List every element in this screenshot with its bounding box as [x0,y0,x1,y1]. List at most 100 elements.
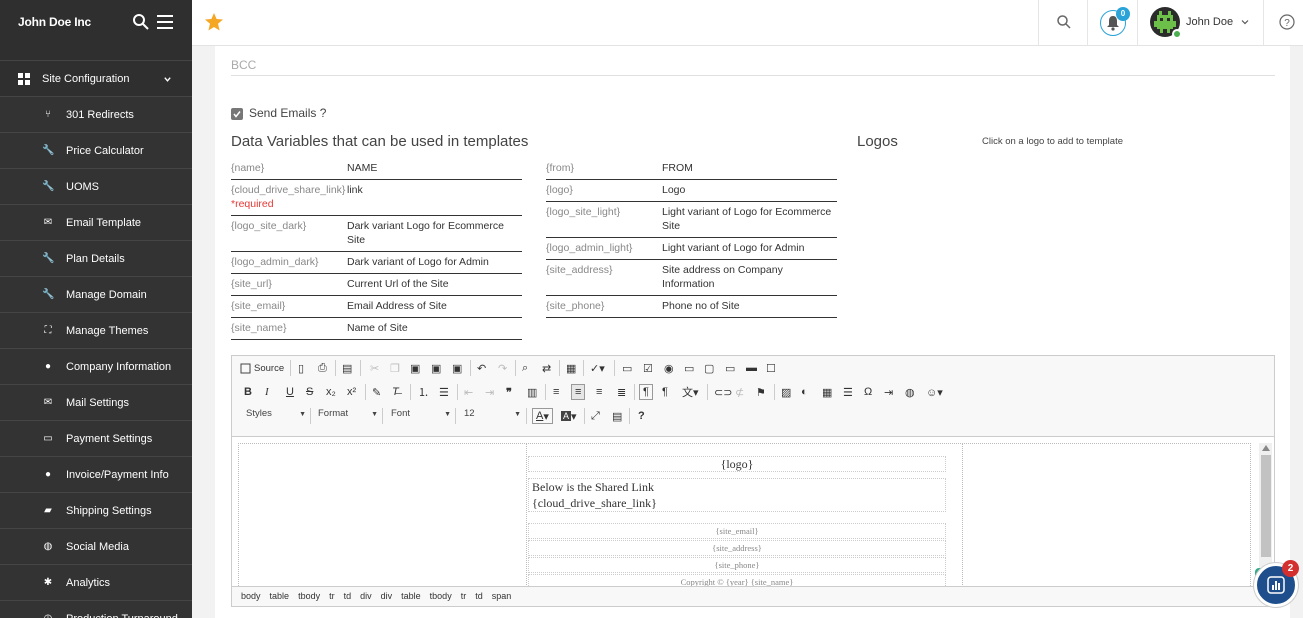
bcc-input[interactable]: BCC [231,58,256,72]
sidebar-item-partial[interactable] [0,46,192,61]
editor-content-area[interactable]: {logo} Below is the Shared Link {cloud_d… [232,436,1274,586]
path-element[interactable]: tbody [430,591,452,601]
undo-icon[interactable]: ↶ [477,360,486,376]
chevron-down-icon[interactable] [1240,17,1250,27]
new-page-icon[interactable]: ▯ [298,360,304,376]
scroll-up-icon[interactable] [1261,444,1271,452]
horizontal-line-icon[interactable]: ☰ [843,384,853,400]
source-button[interactable]: Source [240,360,284,376]
redo-icon[interactable]: ↷ [498,360,507,376]
button-icon[interactable]: ▬ [746,360,757,376]
radio-icon[interactable]: ◉ [664,360,674,376]
select-all-icon[interactable]: ▦ [566,360,576,376]
print-icon[interactable]: ⎙ [318,360,327,376]
language-icon[interactable]: 文▾ [682,384,699,400]
brand-name[interactable]: John Doe Inc [18,15,91,29]
path-element[interactable]: tbody [298,591,320,601]
underline-icon[interactable]: U [286,384,294,400]
flash-icon[interactable]: ◐ [801,384,808,400]
checkbox-icon[interactable]: ☑ [643,360,653,376]
emoji-icon[interactable]: ☺▾ [926,384,943,400]
form-icon[interactable]: ▭ [622,360,632,376]
copy-icon[interactable]: ❐ [390,360,400,376]
numbered-list-icon[interactable]: ⒈ [418,384,429,400]
align-left-icon[interactable]: ≡ [553,384,559,400]
search-icon[interactable] [132,13,150,31]
spellcheck-icon[interactable]: ✓▾ [590,360,605,376]
bg-color-icon[interactable]: A ▾ [561,408,577,424]
anchor-flag-icon[interactable]: ⚑ [756,384,766,400]
copy-format-icon[interactable]: ✎ [372,384,381,400]
table-icon[interactable]: ▦ [822,384,832,400]
sidebar-item-production-turnaround[interactable]: ◷ Production Turnaround [0,601,192,618]
remove-format-icon[interactable]: T̶ [392,384,399,400]
hidden-field-icon[interactable]: ☐ [766,360,776,376]
logo-placeholder[interactable]: {logo} [528,456,946,472]
ltr-icon[interactable]: ¶ [639,384,653,400]
bold-icon[interactable]: B [244,384,252,400]
div-container-icon[interactable]: ▥ [527,384,537,400]
select-icon[interactable]: ▭ [725,360,735,376]
templates-icon[interactable]: ▤ [342,360,352,376]
justify-icon[interactable]: ≣ [617,384,626,400]
search-icon[interactable] [1056,14,1072,30]
show-blocks-icon[interactable]: ▤ [612,408,622,424]
path-element[interactable]: span [492,591,512,601]
hamburger-menu-icon[interactable] [157,15,173,29]
send-emails-checkbox[interactable] [231,108,243,120]
user-name[interactable]: John Doe [1186,16,1233,28]
find-icon[interactable]: ⌕ [522,360,528,376]
sidebar-item-analytics[interactable]: ✱ Analytics [0,565,192,601]
sidebar-section-site-configuration[interactable]: Site Configuration [0,61,192,97]
styles-dropdown[interactable]: Styles ▼ [246,408,306,424]
sidebar-item-manage-domain[interactable]: 🔧 Manage Domain [0,277,192,313]
replace-icon[interactable]: ⇄ [542,360,551,376]
text-color-icon[interactable]: A ▾ [532,408,553,424]
sidebar-item-price-calculator[interactable]: 🔧 Price Calculator [0,133,192,169]
sidebar-item-shipping-settings[interactable]: ▰ Shipping Settings [0,493,192,529]
link-icon[interactable]: ⊂⊃ [714,384,732,400]
page-break-icon[interactable]: ⇥ [884,384,893,400]
path-element[interactable]: div [381,591,393,601]
textarea-icon[interactable]: ▢ [704,360,714,376]
sidebar-item-uoms[interactable]: 🔧 UOMS [0,169,192,205]
strikethrough-icon[interactable]: S [306,384,313,400]
blockquote-icon[interactable]: ❞ [506,384,512,400]
indent-icon[interactable]: ⇥ [485,384,494,400]
sidebar-item-manage-themes[interactable]: ⛶ Manage Themes [0,313,192,349]
editor-scrollbar-thumb[interactable] [1261,455,1271,557]
font-size-dropdown[interactable]: 12 ▼ [464,408,521,424]
sidebar-item-invoice-payment-info[interactable]: ● Invoice/Payment Info [0,457,192,493]
help-button[interactable]: ? [638,408,645,424]
text-field-icon[interactable]: ▭ [684,360,694,376]
align-center-icon[interactable]: ≡ [571,384,586,400]
path-element[interactable]: td [475,591,483,601]
sidebar-item-company-information[interactable]: ● Company Information [0,349,192,385]
paste-text-icon[interactable]: ▣ [431,360,441,376]
sidebar-item-plan-details[interactable]: 🔧 Plan Details [0,241,192,277]
copyright-text[interactable]: Copyright © {year} {site_name} [528,574,946,586]
align-right-icon[interactable]: ≡ [596,384,602,400]
path-element[interactable]: table [270,591,290,601]
unlink-icon[interactable]: ⊄ [735,384,744,400]
format-dropdown[interactable]: Format ▼ [318,408,378,424]
italic-icon[interactable]: I [265,384,269,400]
rtl-icon[interactable]: ¶ [662,384,668,400]
path-element[interactable]: tr [461,591,467,601]
bulleted-list-icon[interactable]: ☰ [439,384,449,400]
path-element[interactable]: body [241,591,261,601]
site-address-placeholder[interactable]: {site_address} [528,540,946,556]
path-element[interactable]: tr [329,591,335,601]
sidebar-item-email-template[interactable]: ✉ Email Template [0,205,192,241]
subscript-icon[interactable]: x₂ [326,384,336,400]
font-dropdown[interactable]: Font ▼ [391,408,451,424]
path-element[interactable]: div [360,591,372,601]
path-element[interactable]: td [344,591,352,601]
site-email-placeholder[interactable]: {site_email} [528,523,946,539]
sidebar-item-social-media[interactable]: ◍ Social Media [0,529,192,565]
maximize-icon[interactable]: ⤢ [591,408,600,424]
special-char-icon[interactable]: Ω [864,384,872,400]
site-phone-placeholder[interactable]: {site_phone} [528,557,946,573]
paste-icon[interactable]: ▣ [410,360,420,376]
help-icon[interactable]: ? [1279,14,1295,30]
